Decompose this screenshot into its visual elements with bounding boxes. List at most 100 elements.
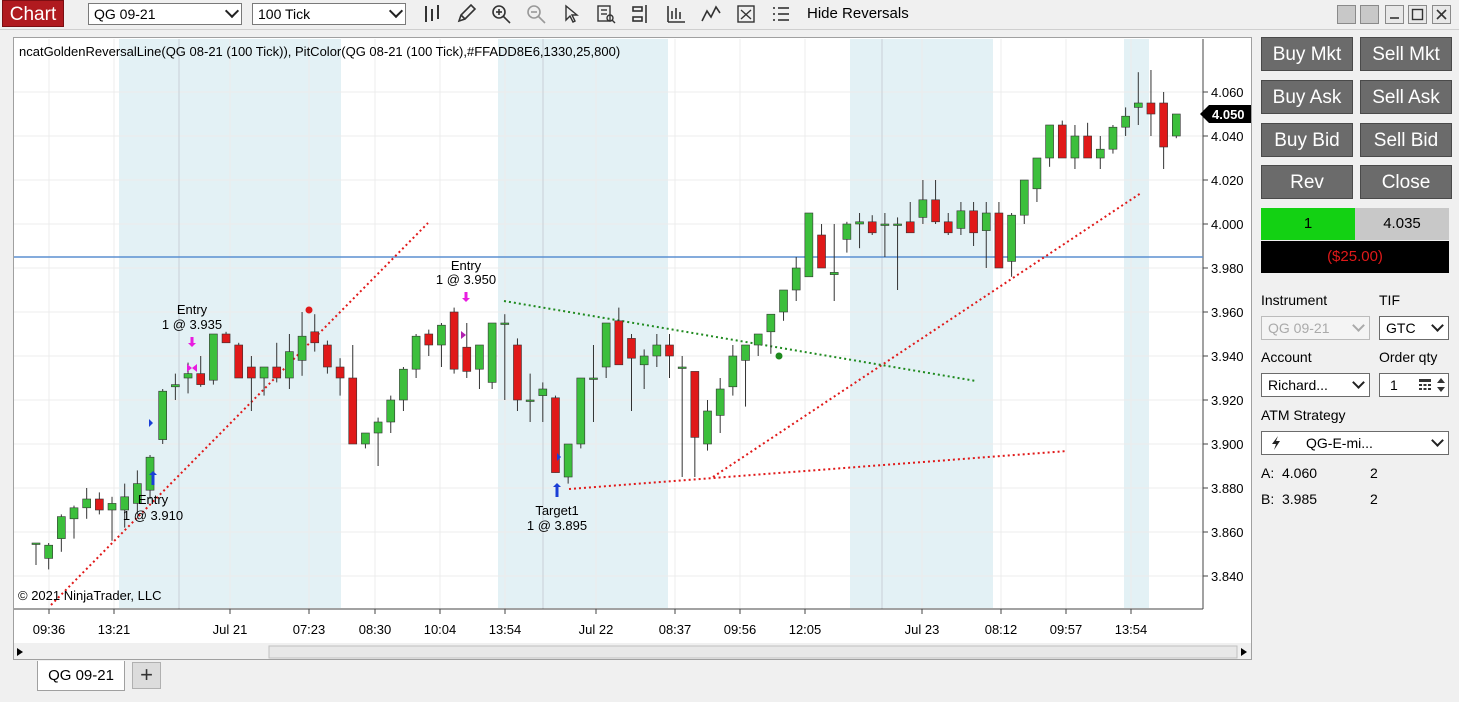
calculator-icon[interactable]: [1418, 378, 1432, 392]
candle: [728, 345, 738, 396]
price-tick-label: 3.840: [1211, 569, 1244, 584]
bid-price: 3.985: [1282, 491, 1318, 507]
interval-selector-value: 100 Tick: [258, 6, 311, 22]
chart-trader-icon[interactable]: [630, 3, 652, 25]
zoom-out-icon[interactable]: [525, 3, 547, 25]
templates-icon[interactable]: [735, 3, 757, 25]
candle: [576, 377, 586, 449]
maximize-button[interactable]: [1408, 5, 1427, 24]
time-tick-label: 13:21: [98, 622, 131, 637]
bar-type-icon[interactable]: [422, 3, 444, 25]
price-axis[interactable]: 4.060 4.040 4.020 4.000 3.980 3.960 3.940 3.920…: [1203, 85, 1244, 584]
time-axis[interactable]: 09:36 13:21 Jul 21 07:23 08:30 10:04 13:54 Jul …: [33, 609, 1148, 637]
price-tick-label: 4.020: [1211, 173, 1244, 188]
window-option-button[interactable]: [1360, 5, 1379, 24]
indicator-label: ncatGoldenReversalLine(QG 08-21 (100 Tic…: [19, 44, 620, 59]
ask-size: 2: [1370, 465, 1378, 481]
chevron-down-icon: [388, 3, 404, 19]
candle: [842, 221, 852, 253]
horizontal-scrollbar[interactable]: [14, 643, 1252, 660]
annotation-title: Target1: [535, 503, 578, 518]
sell-ask-button[interactable]: Sell Ask: [1360, 80, 1452, 114]
candle: [1172, 113, 1181, 139]
account-select[interactable]: Richard...: [1261, 373, 1370, 397]
minimize-icon: [1390, 17, 1399, 19]
ask-price: 4.060: [1282, 465, 1318, 481]
chevron-down-icon: [224, 3, 240, 19]
close-window-button[interactable]: [1432, 5, 1451, 24]
order-qty-input[interactable]: 1: [1379, 373, 1449, 397]
chevron-down-icon: [1431, 319, 1444, 332]
tif-select[interactable]: GTC: [1379, 316, 1449, 340]
instrument-selector[interactable]: QG 09-21: [88, 3, 242, 25]
instrument-selector-value: QG 09-21: [94, 6, 156, 22]
time-tick-label: 10:04: [424, 622, 457, 637]
minimize-button[interactable]: [1385, 5, 1404, 24]
price-tick-label: 3.960: [1211, 305, 1244, 320]
price-tick-label: 4.000: [1211, 217, 1244, 232]
stepper-icon[interactable]: [1436, 375, 1446, 395]
time-tick-label: 08:37: [659, 622, 692, 637]
time-tick-label: 09:56: [724, 622, 757, 637]
candle: [95, 492, 104, 515]
candle: [1083, 122, 1092, 159]
annotation-title: Entry: [177, 302, 208, 317]
pencil-icon[interactable]: [455, 3, 477, 25]
time-tick-label: 13:54: [1115, 622, 1148, 637]
atm-strategy-value: QG-E-mi...: [1306, 435, 1373, 451]
candle: [1108, 125, 1118, 154]
buy-bid-button[interactable]: Buy Bid: [1261, 123, 1353, 157]
strategies-icon[interactable]: [700, 3, 722, 25]
buy-ask-button[interactable]: Buy Ask: [1261, 80, 1353, 114]
annotation-detail: 1 @ 3.950: [436, 272, 496, 287]
candle: [791, 257, 801, 301]
scrollbar-thumb[interactable]: [268, 645, 1238, 659]
chart-panel[interactable]: Entry 1 @ 3.935 Entry 1 @ 3.950 Entry 1 …: [13, 37, 1252, 660]
instrument-label: Instrument: [1261, 292, 1328, 308]
chart-window-title: Chart: [2, 0, 64, 27]
close-position-button[interactable]: Close: [1360, 165, 1452, 199]
add-tab-button[interactable]: +: [132, 662, 161, 689]
reverse-button[interactable]: Rev: [1261, 165, 1353, 199]
candle: [487, 322, 497, 389]
annotation-detail: 1 @ 3.935: [162, 317, 222, 332]
window-option-button[interactable]: [1337, 5, 1356, 24]
candle: [690, 371, 700, 477]
bid-size: 2: [1370, 491, 1378, 507]
data-box-icon[interactable]: [595, 3, 617, 25]
last-price-marker: 4.050: [1200, 105, 1251, 123]
zoom-in-icon[interactable]: [490, 3, 512, 25]
hide-reversals-button[interactable]: Hide Reversals: [807, 5, 909, 22]
order-qty-label: Order qty: [1379, 349, 1438, 365]
instrument-field: QG 09-21: [1261, 316, 1370, 340]
candle: [703, 400, 712, 451]
tif-select-value: GTC: [1386, 320, 1416, 336]
price-tick-label: 3.940: [1211, 349, 1244, 364]
indicators-icon[interactable]: [665, 3, 687, 25]
candle: [411, 334, 421, 378]
account-select-value: Richard...: [1268, 377, 1328, 393]
buy-market-button[interactable]: Buy Mkt: [1261, 37, 1353, 71]
candle: [361, 432, 370, 449]
candle: [449, 307, 459, 374]
list-icon[interactable]: [770, 3, 792, 25]
price-tick-label: 4.060: [1211, 85, 1244, 100]
price-chart[interactable]: Entry 1 @ 3.935 Entry 1 @ 3.950 Entry 1 …: [14, 38, 1252, 660]
price-tick-label: 3.980: [1211, 261, 1244, 276]
chevron-down-icon: [1352, 319, 1365, 332]
tab-qg-09-21[interactable]: QG 09-21: [37, 661, 125, 691]
interval-selector[interactable]: 100 Tick: [252, 3, 406, 25]
candle: [348, 345, 358, 445]
atm-strategy-select[interactable]: QG-E-mi...: [1261, 431, 1449, 455]
sell-bid-button[interactable]: Sell Bid: [1360, 123, 1452, 157]
time-tick-label: 13:54: [489, 622, 522, 637]
time-tick-label: 09:57: [1050, 622, 1083, 637]
candle: [551, 395, 560, 473]
candle: [779, 289, 788, 321]
chart-trader-panel: Buy Mkt Sell Mkt Buy Ask Sell Ask Buy Bi…: [1256, 37, 1456, 517]
candle: [753, 333, 763, 356]
time-tick-label: 07:23: [293, 622, 326, 637]
sell-market-button[interactable]: Sell Mkt: [1360, 37, 1452, 71]
pointer-icon[interactable]: [560, 3, 582, 25]
candle: [82, 488, 91, 519]
